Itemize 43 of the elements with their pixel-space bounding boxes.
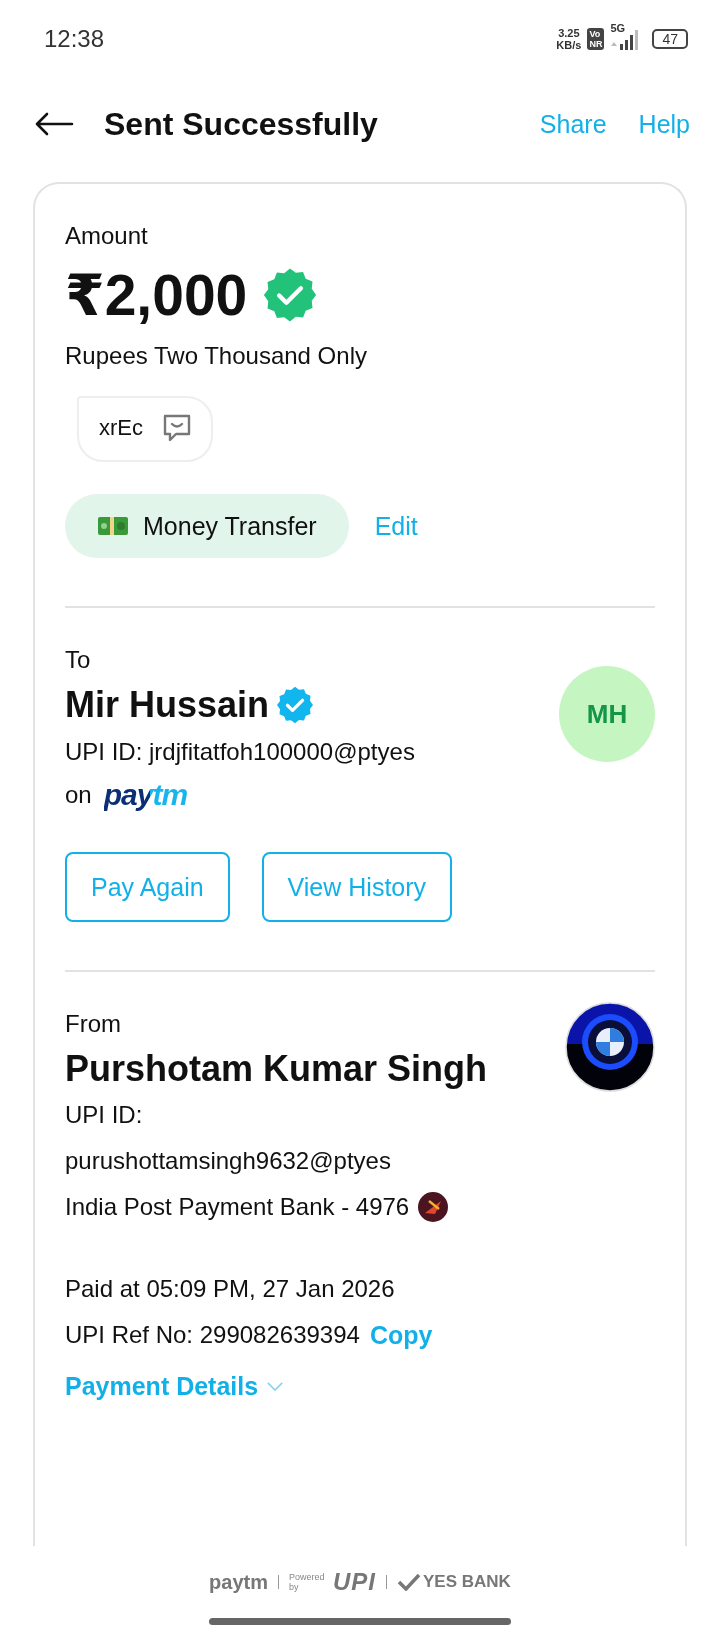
chat-icon [161, 412, 193, 444]
bank-name: India Post Payment Bank - 4976 [65, 1193, 410, 1221]
back-button[interactable] [34, 112, 74, 136]
avatar-initials: MH [559, 666, 655, 762]
upi-logo: UPI [333, 1568, 377, 1596]
bank-logo-icon [417, 1191, 450, 1223]
battery-icon: 47 [652, 29, 688, 49]
bank-logo-text: YES BANK [423, 1572, 511, 1592]
payee-name: Mir Hussain [65, 684, 270, 726]
paid-time: Paid at 05:09 PM, 27 Jan 2026 [65, 1274, 396, 1304]
section-label: From [65, 1010, 122, 1038]
back-arrow-icon [34, 112, 74, 136]
banknote-icon [97, 514, 129, 538]
network-speed-unit: KB/s [556, 39, 582, 51]
upi-ref-number: UPI Ref No: 299082639394 [65, 1321, 360, 1349]
powered-by-text: Powered by [289, 1572, 323, 1592]
upi-id: UPI ID: jrdjfitatfoh100000@ptyes [65, 738, 415, 766]
network-type: 5G [610, 22, 626, 34]
payer-name: Purshotam Kumar Singh [65, 1048, 488, 1090]
category-chip[interactable]: Money Transfer [65, 494, 349, 558]
checkmark-icon [397, 1573, 422, 1591]
upi-id: purushottamsingh9632@ptyes [65, 1146, 392, 1176]
network-speed: 3.25 [557, 27, 581, 39]
upi-id-label: UPI ID: [65, 1100, 144, 1130]
amount-in-words: Rupees Two Thousand Only [65, 342, 368, 370]
header-link[interactable]: Help [638, 109, 690, 139]
outline-button[interactable]: View History [261, 852, 453, 922]
header-link[interactable]: Share [539, 109, 607, 139]
payment-details-link[interactable]: Payment Details [65, 1372, 285, 1401]
verified-badge-icon [275, 685, 316, 725]
app-prefix: on [65, 781, 92, 809]
outline-button[interactable]: Pay Again [65, 852, 230, 922]
copy-link[interactable]: Copy [369, 1320, 433, 1350]
edit-link[interactable]: Edit [374, 511, 418, 541]
paytm-logo: paytm [209, 1570, 268, 1594]
page-title: Sent Successfully [104, 105, 379, 143]
amount-value: ₹2,000 [65, 262, 248, 328]
note-text: xrEc [99, 415, 143, 441]
section-label: To [65, 646, 92, 674]
volte-badge: Vo NR [587, 28, 605, 50]
section-label: Amount [65, 222, 149, 250]
clock-time: 12:38 [44, 25, 105, 53]
chevron-down-icon [266, 1381, 285, 1392]
